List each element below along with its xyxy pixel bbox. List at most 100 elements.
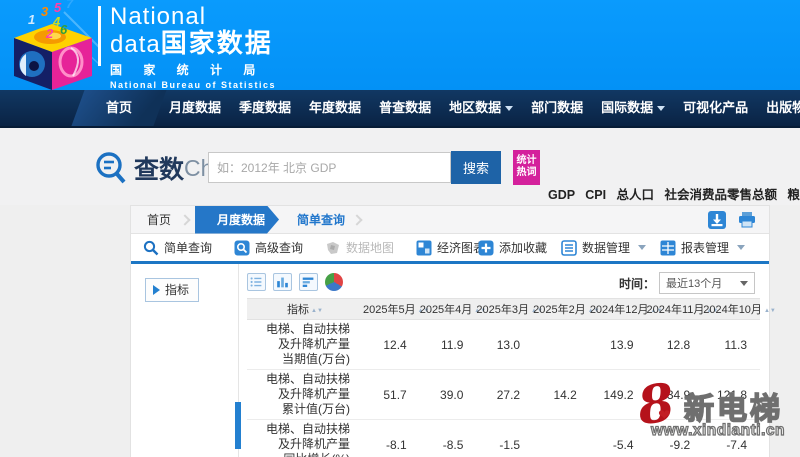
nav-item-visualization[interactable]: 可视化产品 [674,90,757,126]
report-manage-dropdown[interactable]: 报表管理 [660,239,745,256]
site-title-line2: data国家数据 [110,30,276,59]
bar-chart-view-icon[interactable] [273,273,292,291]
data-table: 指标▲▼ 2025年5月▲▼ 2025年4月▲▼ 2025年3月▲▼ 2025年… [247,298,776,457]
nav-label: 首页 [106,100,133,115]
time-range-value: 最近13个月 [666,278,723,290]
table-view-icon[interactable] [247,273,266,291]
nav-label: 地区数据 [449,100,502,115]
col-header-month[interactable]: 2025年2月▲▼ [533,298,600,320]
nav-item-publications[interactable]: 出版物 [757,90,800,126]
print-icon[interactable] [737,210,757,230]
economy-chart-button[interactable]: 经济图表 [416,239,485,256]
site-title-line1: National [110,3,207,30]
triangle-right-icon [153,284,160,295]
breadcrumb-monthly-active[interactable]: 月度数据 [195,206,279,234]
horizontal-bar-view-icon[interactable] [299,273,318,291]
logo-number: 2 [46,26,54,41]
logo-number: 5 [54,0,62,15]
bureau-name-cn: 国 家 统 计 局 [110,63,265,77]
breadcrumb-simple-query[interactable]: 简单查询 [289,211,353,228]
indicator-line2: 累计值(万台) [282,402,350,416]
nav-label: 可视化产品 [683,100,749,115]
nav-label: 月度数据 [169,100,222,115]
nav-item-annual[interactable]: 年度数据 [300,90,370,126]
search-input[interactable] [208,152,451,183]
col-header-month[interactable]: 2025年5月▲▼ [363,298,429,320]
col-header-indicator[interactable]: 指标 ▲▼ [247,298,363,320]
hot-badge-line2: 热词 [516,167,537,178]
nav-label: 部门数据 [531,100,584,115]
nav-item-census[interactable]: 普查数据 [370,90,440,126]
sort-icon[interactable]: ▲▼ [764,308,776,314]
search-button[interactable]: 搜索 [451,151,501,184]
table-pane: 时间： 最近13个月 指标▲▼ 2025年5月▲▼ 2025年4月▲▼ 2025… [239,264,776,457]
col-header-label: 2024年12月 [589,304,649,316]
indicator-line1: 电梯、自动扶梯及升降机产量 [265,322,350,351]
data-manage-dropdown[interactable]: 数据管理 [561,239,646,256]
search-section: 查数 ChaShu 搜索 统计 热词 GDP CPI 总人口 社会消费品零售总额… [0,128,800,256]
query-toolbar: 简单查询 高级查询 数据地图 经济图表 添加收藏 数据管理 报表管理 [131,234,769,264]
nav-item-home[interactable]: 首页 [78,90,160,126]
advanced-query-button[interactable]: 高级查询 [234,239,303,256]
logo-divider [98,6,101,66]
table-row: 电梯、自动扶梯及升降机产量 当期值(万台) 12.4 11.9 13.0 13.9… [247,319,760,370]
value-cell: 39.0 [419,369,477,420]
nav-item-international[interactable]: 国际数据 [592,90,674,126]
tool-label: 添加收藏 [498,241,547,255]
nav-label: 年度数据 [309,100,362,115]
time-range-dropdown[interactable]: 最近13个月 [659,272,755,294]
col-header-month[interactable]: 2024年11月▲▼ [646,298,718,320]
table-header-row: 指标▲▼ 2025年5月▲▼ 2025年4月▲▼ 2025年3月▲▼ 2025年… [247,298,776,320]
col-header-month[interactable]: 2024年10月 ▲▼ [703,298,776,320]
tool-label: 高级查询 [255,241,304,255]
logo-number: 6 [60,22,68,37]
pie-chart-view-icon[interactable] [325,273,343,291]
value-cell: -8.1 [363,419,420,457]
economy-chart-icon [416,240,432,255]
chevron-down-icon [740,280,748,286]
chevron-down-icon [737,245,745,250]
indicator-toggle-button[interactable]: 指标 [145,278,200,302]
page-background: 首页 月度数据 简单查询 简单查询 高级查询 数据地图 经济图表 添加收藏 数据… [0,205,800,457]
tool-label: 数据地图 [346,241,395,255]
col-header-label: 2025年4月 [419,304,473,316]
value-cell: 134.9 [646,369,704,420]
tool-label: 数据管理 [581,241,630,255]
chashu-magnifier-icon [96,152,126,184]
magnifier-icon [143,240,159,255]
col-header-month[interactable]: 2025年4月▲▼ [419,298,486,320]
nav-item-monthly[interactable]: 月度数据 [160,90,230,126]
tool-label: 简单查询 [164,241,213,255]
value-cell: -9.2 [646,419,704,457]
indicator-toggle-label: 指标 [165,283,190,297]
table-row: 电梯、自动扶梯及升降机产量 累计值(万台) 51.7 39.0 27.2 14.2… [247,369,760,420]
chevron-right-icon [179,213,191,226]
add-favorite-button[interactable]: 添加收藏 [478,239,547,256]
value-cell: 149.2 [589,369,647,420]
value-cell: 11.9 [419,319,477,370]
indicator-sidebar: 指标 [131,264,241,457]
table-row: 电梯、自动扶梯及升降机产量同比增长(%) -8.1 -8.5 -1.5 -5.4… [247,419,760,457]
advanced-search-icon [234,240,250,255]
hot-words-row1[interactable]: GDP CPI 总人口 社会消费品零售总额 粮食产量 [548,186,800,204]
breadcrumb: 首页 月度数据 简单查询 [131,206,769,234]
logo-number: 3 [41,4,49,19]
sort-icon[interactable]: ▲▼ [311,308,323,314]
indicator-line1: 电梯、自动扶梯及升降机产量 [265,372,350,401]
indicator-line2: 同比增长(%) [247,452,350,457]
col-header-label: 2025年5月 [363,304,416,316]
download-icon[interactable] [707,210,727,230]
value-cell: 13.0 [476,319,534,370]
nav-label: 普查数据 [379,100,432,115]
site-title: National data国家数据 国 家 统 计 局 National Bur… [110,3,276,91]
nav-item-department[interactable]: 部门数据 [522,90,592,126]
nav-item-regional[interactable]: 地区数据 [440,90,522,126]
indicator-cell: 电梯、自动扶梯及升降机产量 当期值(万台) [247,319,363,370]
simple-query-button[interactable]: 简单查询 [143,239,212,256]
data-map-button: 数据地图 [325,239,394,256]
indicator-cell: 电梯、自动扶梯及升降机产量 累计值(万台) [247,369,363,420]
breadcrumb-home[interactable]: 首页 [131,211,181,228]
col-header-month[interactable]: 2024年12月▲▼ [589,298,662,320]
col-header-month[interactable]: 2025年3月▲▼ [476,298,543,320]
nav-item-quarterly[interactable]: 季度数据 [230,90,300,126]
